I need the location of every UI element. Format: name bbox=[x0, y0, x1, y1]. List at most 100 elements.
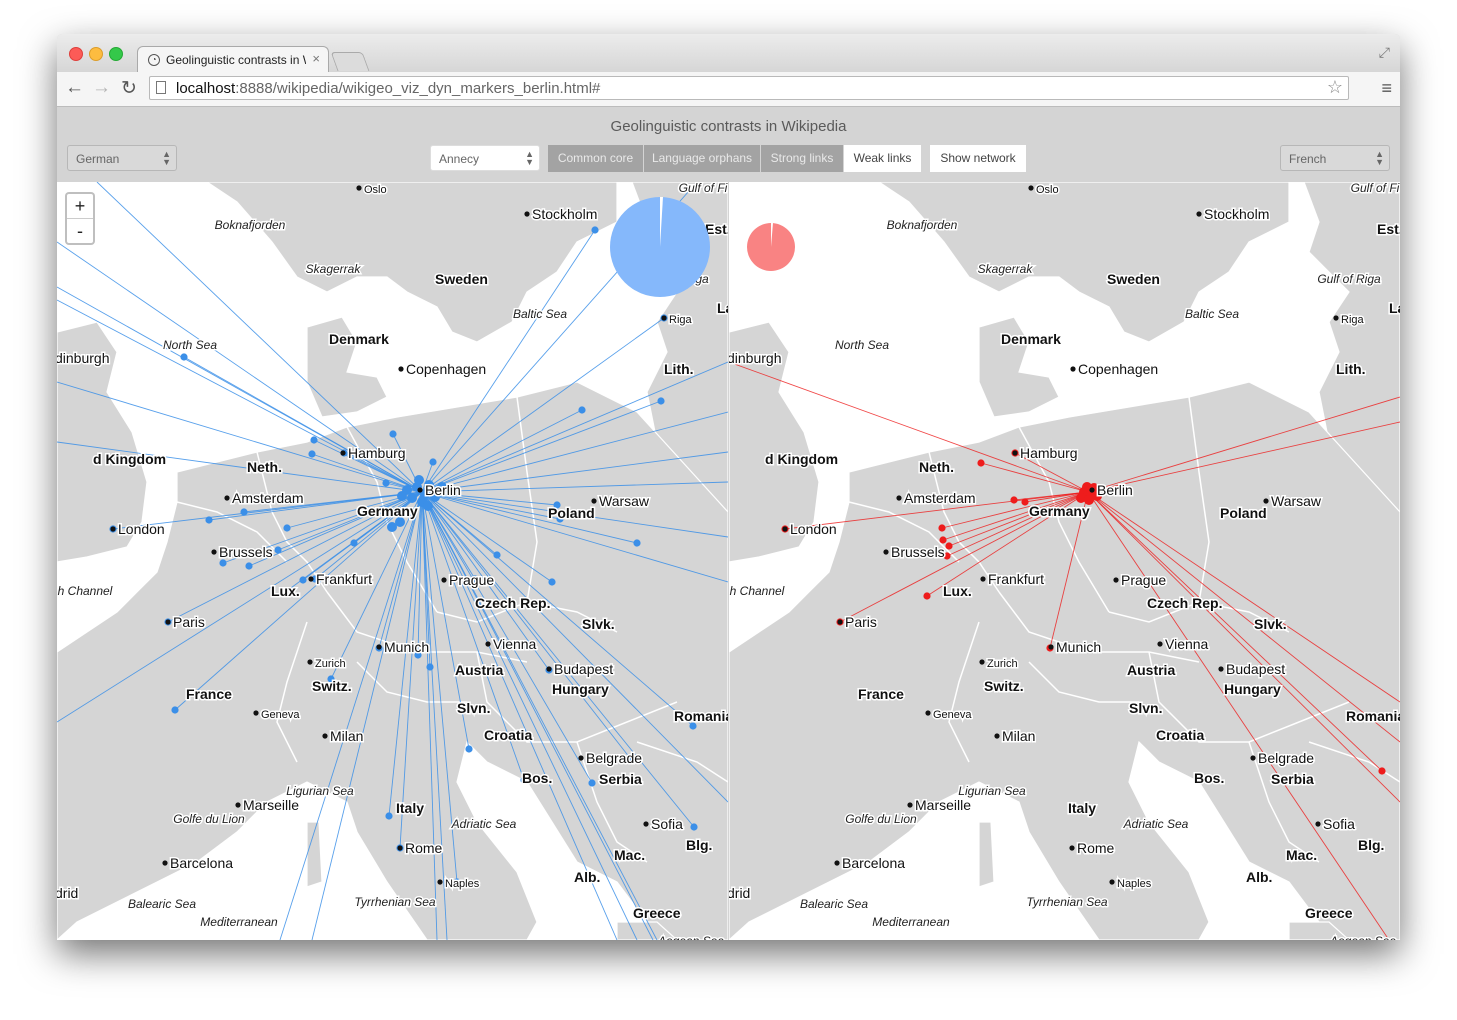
menu-icon[interactable]: ≡ bbox=[1381, 78, 1392, 99]
city-label: Prague bbox=[449, 572, 494, 588]
left-language-select[interactable]: German ▲ ▼ bbox=[67, 145, 177, 171]
new-tab-button[interactable] bbox=[330, 52, 370, 71]
node-marker bbox=[633, 539, 641, 547]
country-label: Lat bbox=[1389, 300, 1400, 316]
city-label: Sofia bbox=[651, 816, 683, 832]
browser-tab[interactable]: ◔ Geolinguistic contrasts in W × bbox=[137, 46, 329, 73]
weak-links-button[interactable]: Weak links bbox=[844, 145, 921, 172]
city-label: Hamburg bbox=[1020, 445, 1078, 461]
node-marker bbox=[588, 779, 596, 787]
node-marker bbox=[977, 459, 985, 467]
city-marker bbox=[925, 710, 931, 716]
city-label: Warsaw bbox=[599, 493, 650, 509]
node-marker bbox=[657, 397, 665, 405]
city-marker bbox=[441, 577, 447, 583]
tab-close-icon[interactable]: × bbox=[312, 51, 320, 66]
country-label: Austria bbox=[455, 662, 503, 678]
node-marker bbox=[308, 450, 316, 458]
node-marker bbox=[1010, 496, 1018, 504]
country-label: Austria bbox=[1127, 662, 1175, 678]
title-bar: ◔ Geolinguistic contrasts in W × ⤢ bbox=[57, 34, 1400, 73]
country-label: Blg. bbox=[686, 837, 712, 853]
city-label: Copenhagen bbox=[406, 361, 486, 377]
city-marker bbox=[1069, 845, 1075, 851]
city-label: Belgrade bbox=[1258, 750, 1314, 766]
sea-label: Balearic Sea bbox=[128, 897, 196, 911]
zoom-in-button[interactable]: + bbox=[67, 194, 93, 219]
node-marker bbox=[548, 578, 556, 586]
select-arrows-icon: ▲ ▼ bbox=[525, 149, 534, 167]
right-map[interactable]: Oslo Stockholm Riga Copenhagen Hamburg Berlin… bbox=[729, 182, 1400, 940]
right-language-select[interactable]: French ▲ ▼ bbox=[1280, 145, 1390, 171]
country-label: Lat bbox=[717, 300, 728, 316]
city-label: Amsterdam bbox=[904, 490, 976, 506]
page-icon bbox=[156, 81, 166, 94]
city-marker bbox=[398, 366, 404, 372]
zoom-out-button[interactable]: - bbox=[67, 219, 93, 243]
close-window-button[interactable] bbox=[69, 47, 83, 61]
city-marker bbox=[356, 185, 362, 191]
forward-arrow-icon[interactable]: → bbox=[92, 77, 111, 99]
address-bar[interactable]: localhost:8888/wikipedia/wikigeo_viz_dyn… bbox=[149, 76, 1349, 100]
city-marker bbox=[782, 526, 788, 532]
city-marker bbox=[1333, 315, 1339, 321]
city-label: Zurich bbox=[315, 658, 346, 670]
city-select[interactable]: Annecy ▲ ▼ bbox=[430, 145, 540, 171]
node-marker bbox=[493, 551, 501, 559]
back-arrow-icon[interactable]: ← bbox=[65, 77, 84, 99]
city-select-value: Annecy bbox=[439, 152, 480, 166]
country-label: Lith. bbox=[1336, 361, 1366, 377]
sea-label: Adriatic Sea bbox=[1123, 817, 1189, 831]
sea-label: Skagerrak bbox=[978, 262, 1034, 276]
city-label: Frankfurt bbox=[988, 571, 1044, 587]
country-label: Lith. bbox=[664, 361, 694, 377]
country-label: Germany bbox=[357, 503, 418, 519]
city-label: Zurich bbox=[987, 658, 1018, 670]
city-marker bbox=[834, 860, 840, 866]
node-marker bbox=[283, 524, 291, 532]
country-label: Bos. bbox=[1194, 770, 1224, 786]
sea-label: Gulf of Fi bbox=[1351, 182, 1400, 195]
country-label: Poland bbox=[1220, 505, 1267, 521]
node-marker bbox=[591, 226, 599, 234]
city-marker bbox=[110, 526, 116, 532]
country-label: d Kingdom bbox=[765, 451, 838, 467]
page-title: Geolinguistic contrasts in Wikipedia bbox=[610, 118, 847, 135]
reload-icon[interactable]: ↻ bbox=[121, 77, 137, 100]
bookmark-star-icon[interactable]: ☆ bbox=[1327, 77, 1343, 98]
country-label: Slvn. bbox=[457, 700, 490, 716]
country-label: Romania bbox=[1346, 708, 1400, 724]
city-label: Brussels bbox=[891, 544, 945, 560]
maximize-window-button[interactable] bbox=[109, 47, 123, 61]
city-label: Naples bbox=[1117, 878, 1152, 890]
city-marker bbox=[307, 659, 313, 665]
city-marker bbox=[165, 619, 171, 625]
strong-links-button[interactable]: Strong links bbox=[761, 145, 843, 172]
country-label: Poland bbox=[548, 505, 595, 521]
node-marker bbox=[350, 539, 358, 547]
minimize-window-button[interactable] bbox=[89, 47, 103, 61]
country-label: Hungary bbox=[1224, 681, 1281, 697]
city-marker bbox=[340, 450, 346, 456]
city-marker bbox=[907, 802, 913, 808]
country-label: Neth. bbox=[919, 459, 954, 475]
language-orphans-button[interactable]: Language orphans bbox=[644, 145, 760, 172]
common-core-button[interactable]: Common core bbox=[548, 145, 643, 172]
node-marker bbox=[938, 524, 946, 532]
city-label: London bbox=[790, 521, 837, 537]
city-marker bbox=[1250, 755, 1256, 761]
country-label: Slvk. bbox=[582, 616, 615, 632]
city-marker bbox=[837, 619, 843, 625]
city-marker bbox=[162, 860, 168, 866]
left-map[interactable]: Oslo Stockholm Riga Copenhagen Hamburg Berlin… bbox=[57, 182, 728, 940]
node-marker bbox=[414, 475, 424, 485]
show-network-button[interactable]: Show network bbox=[930, 145, 1026, 172]
city-marker bbox=[376, 644, 382, 650]
city-label: Budapest bbox=[554, 661, 613, 677]
city-label: Munich bbox=[384, 639, 429, 655]
tab-title: Geolinguistic contrasts in W bbox=[166, 53, 306, 67]
browser-window: ◔ Geolinguistic contrasts in W × ⤢ ← → ↻… bbox=[57, 34, 1400, 940]
sea-label: Baltic Sea bbox=[513, 307, 567, 321]
fullscreen-icon[interactable]: ⤢ bbox=[1379, 44, 1390, 61]
city-label: Prague bbox=[1121, 572, 1166, 588]
